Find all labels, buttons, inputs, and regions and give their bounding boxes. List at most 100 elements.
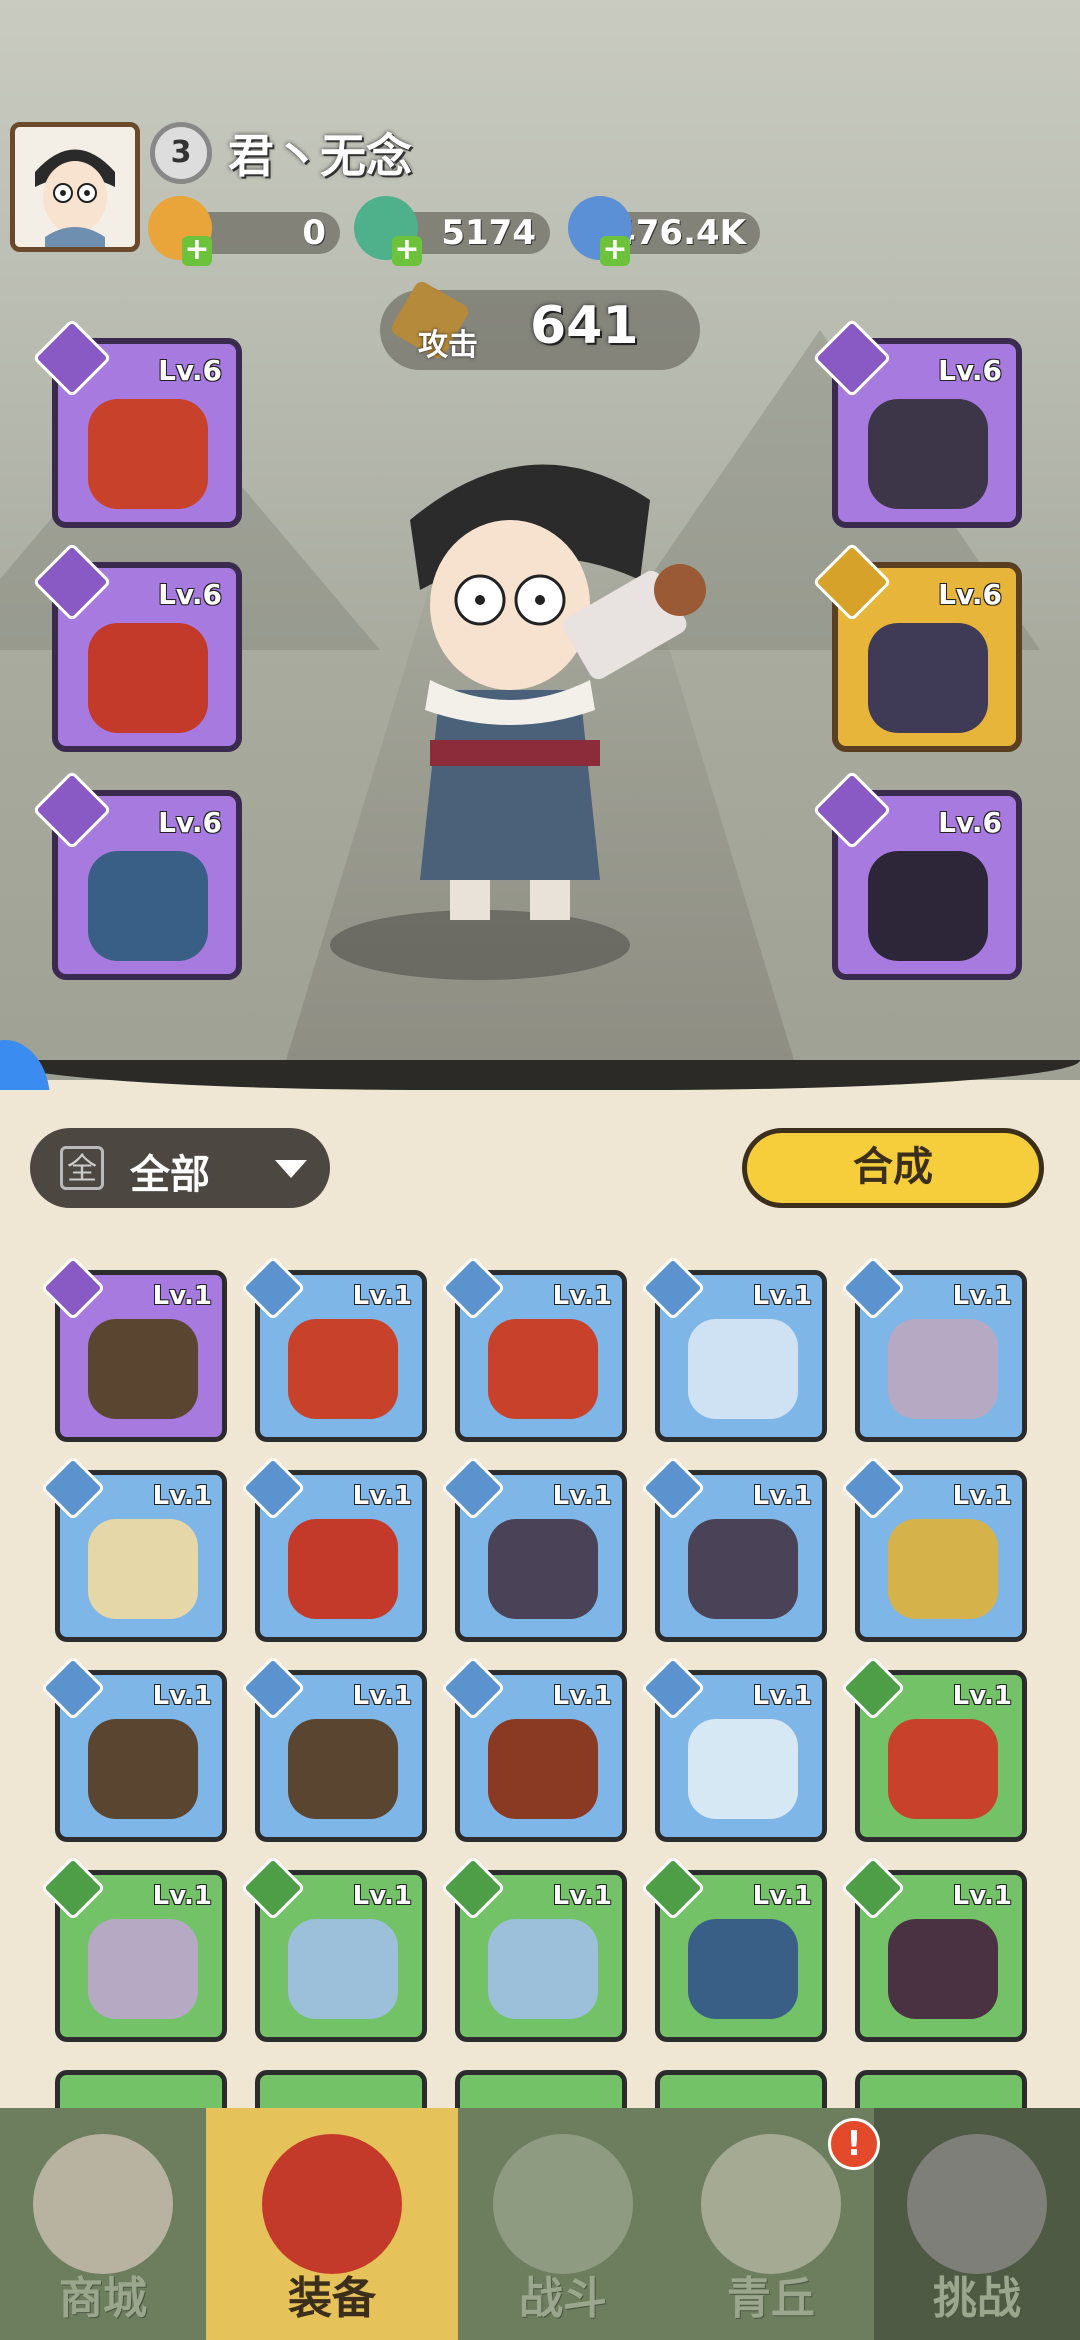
inventory-item[interactable]: Lv.1 xyxy=(640,1655,827,1842)
inventory-item-partial[interactable] xyxy=(655,2070,827,2110)
item-level: Lv.1 xyxy=(152,1281,212,1311)
item-level: Lv.1 xyxy=(352,1881,412,1911)
equipment-icon xyxy=(262,2134,402,2274)
equip-slot-armor[interactable]: Lv.6 xyxy=(812,318,1022,528)
inventory-item-partial[interactable] xyxy=(455,2070,627,2110)
avatar-face-icon xyxy=(15,127,135,247)
equipment-item-icon xyxy=(888,1519,998,1619)
inventory-item[interactable]: Lv.1 xyxy=(640,1455,827,1642)
inventory-item[interactable]: Lv.1 xyxy=(440,1855,627,2042)
slot-level: Lv.6 xyxy=(938,806,1002,839)
item-level: Lv.1 xyxy=(752,1281,812,1311)
filter-dropdown[interactable]: 全 全部 xyxy=(30,1128,330,1208)
inventory-item[interactable]: Lv.1 xyxy=(840,1255,1027,1442)
item-level: Lv.1 xyxy=(152,1881,212,1911)
filter-label: 全部 xyxy=(130,1152,210,1198)
armor-item-icon xyxy=(868,399,988,509)
nav-battle[interactable]: 战斗 xyxy=(458,2108,668,2340)
equipment-item-icon xyxy=(688,1719,798,1819)
equipment-item-icon xyxy=(88,1919,198,2019)
item-level: Lv.1 xyxy=(752,1481,812,1511)
hero-character[interactable] xyxy=(380,440,710,940)
equip-slot-ring[interactable]: Lv.6 xyxy=(812,770,1022,980)
challenge-icon xyxy=(907,2134,1047,2274)
weapon-item-icon xyxy=(88,399,208,509)
inventory-item[interactable]: Lv.1 xyxy=(40,1655,227,1842)
item-level: Lv.1 xyxy=(952,1481,1012,1511)
inventory-item[interactable]: Lv.1 xyxy=(440,1655,627,1842)
add-jade-button[interactable]: + xyxy=(392,235,422,266)
notification-badge: ! xyxy=(828,2118,880,2170)
player-level-badge: 3 xyxy=(150,122,212,184)
inventory-item[interactable]: Lv.1 xyxy=(40,1255,227,1442)
inventory-item[interactable]: Lv.1 xyxy=(440,1255,627,1442)
helmet-item-icon xyxy=(88,623,208,733)
equipment-item-icon xyxy=(488,1519,598,1619)
equip-slot-weapon[interactable]: Lv.6 xyxy=(32,318,242,528)
inventory-item[interactable]: Lv.1 xyxy=(440,1455,627,1642)
nav-label: 青丘 xyxy=(727,2273,815,2324)
equipment-item-icon xyxy=(488,1719,598,1819)
inventory-item[interactable]: Lv.1 xyxy=(840,1855,1027,2042)
boots-item-icon xyxy=(868,623,988,733)
item-level: Lv.1 xyxy=(952,1681,1012,1711)
equipment-item-icon xyxy=(688,1319,798,1419)
player-name: 君丶无念 xyxy=(228,129,412,183)
inventory-row-partial xyxy=(0,2070,1080,2110)
inventory-item-partial[interactable] xyxy=(255,2070,427,2110)
equipment-item-icon xyxy=(88,1319,198,1419)
equipment-item-icon xyxy=(288,1519,398,1619)
item-level: Lv.1 xyxy=(752,1681,812,1711)
add-ticket-button[interactable]: + xyxy=(182,235,212,266)
slot-level: Lv.6 xyxy=(158,806,222,839)
inventory-item[interactable]: Lv.1 xyxy=(840,1455,1027,1642)
equip-slot-necklace[interactable]: Lv.6 xyxy=(32,770,242,980)
nav-label: 装备 xyxy=(288,2273,376,2324)
inventory-item[interactable]: Lv.1 xyxy=(40,1855,227,2042)
equipment-item-icon xyxy=(888,1919,998,2019)
equipment-item-icon xyxy=(288,1919,398,2019)
inventory-item-partial[interactable] xyxy=(855,2070,1027,2110)
equipment-item-icon xyxy=(488,1919,598,2019)
item-level: Lv.1 xyxy=(152,1681,212,1711)
inventory-item[interactable]: Lv.1 xyxy=(640,1255,827,1442)
equip-slot-helmet[interactable]: Lv.6 xyxy=(32,542,242,752)
equip-slot-boots[interactable]: Lv.6 xyxy=(812,542,1022,752)
inventory-item[interactable]: Lv.1 xyxy=(240,1855,427,2042)
item-level: Lv.1 xyxy=(952,1881,1012,1911)
scene-divider xyxy=(0,1060,1080,1090)
inventory-item[interactable]: Lv.1 xyxy=(240,1655,427,1842)
item-level: Lv.1 xyxy=(152,1481,212,1511)
nav-label: 挑战 xyxy=(933,2273,1021,2324)
player-avatar[interactable] xyxy=(10,122,140,252)
nav-label: 商城 xyxy=(59,2273,147,2324)
inventory-item[interactable]: Lv.1 xyxy=(640,1855,827,2042)
slot-level: Lv.6 xyxy=(158,354,222,387)
inventory-item[interactable]: Lv.1 xyxy=(240,1455,427,1642)
equipment-item-icon xyxy=(288,1719,398,1819)
combine-button[interactable]: 合成 xyxy=(742,1128,1044,1208)
add-crystal-button[interactable]: + xyxy=(600,235,630,266)
item-level: Lv.1 xyxy=(752,1881,812,1911)
attack-value: 641 xyxy=(530,296,639,356)
inventory-item[interactable]: Lv.1 xyxy=(40,1455,227,1642)
nav-equipment[interactable]: 装备 xyxy=(206,2108,458,2340)
equipment-item-icon xyxy=(488,1319,598,1419)
inventory-item[interactable]: Lv.1 xyxy=(840,1655,1027,1842)
inventory-item[interactable]: Lv.1 xyxy=(240,1255,427,1442)
item-level: Lv.1 xyxy=(552,1681,612,1711)
dropdown-arrow-icon xyxy=(275,1160,307,1178)
equipment-item-icon xyxy=(888,1719,998,1819)
item-level: Lv.1 xyxy=(552,1481,612,1511)
slot-level: Lv.6 xyxy=(938,578,1002,611)
item-level: Lv.1 xyxy=(352,1681,412,1711)
inventory-item-partial[interactable] xyxy=(55,2070,227,2110)
equipment-item-icon xyxy=(888,1319,998,1419)
item-level: Lv.1 xyxy=(952,1281,1012,1311)
nav-shop[interactable]: 商城 xyxy=(0,2108,206,2340)
item-level: Lv.1 xyxy=(352,1481,412,1511)
qingqiu-icon xyxy=(701,2134,841,2274)
slot-level: Lv.6 xyxy=(158,578,222,611)
nav-challenge[interactable]: 挑战 xyxy=(874,2108,1080,2340)
filter-icon: 全 xyxy=(60,1146,104,1190)
